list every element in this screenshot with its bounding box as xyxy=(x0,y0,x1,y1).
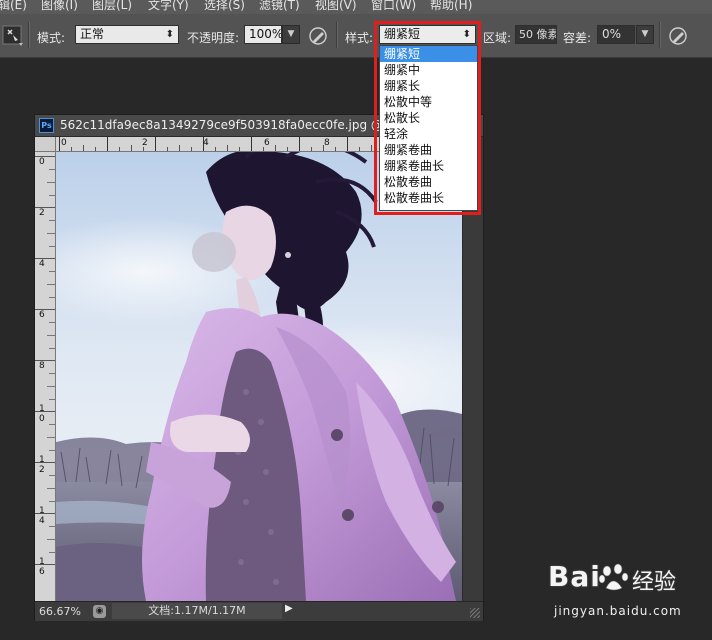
ruler-label: 0 xyxy=(39,157,45,167)
ruler-label: 8 xyxy=(324,138,330,148)
style-option-tight-curl-long[interactable]: 绷紧卷曲长 xyxy=(380,158,477,174)
separator xyxy=(336,22,338,48)
menu-view[interactable]: 视图(V) xyxy=(315,0,357,13)
menu-select[interactable]: 选择(S) xyxy=(204,0,245,13)
mode-value: 正常 xyxy=(80,27,105,41)
tolerance-dropdown-button[interactable]: ▼ xyxy=(636,25,654,44)
ruler-label: 16 xyxy=(39,557,45,577)
mode-label: 模式: xyxy=(37,31,66,45)
ruler-label: 2 xyxy=(142,138,148,148)
pressure-opacity-icon[interactable] xyxy=(308,26,330,48)
ruler-label: 14 xyxy=(39,506,45,526)
play-arrow-icon[interactable]: ▶ xyxy=(285,603,293,614)
zoom-level[interactable]: 66.67% xyxy=(39,605,81,618)
style-option-loose-medium[interactable]: 松散中等 xyxy=(380,94,477,110)
ruler-ticks xyxy=(35,156,55,565)
pressure-size-icon[interactable] xyxy=(668,26,690,48)
style-option-loose-curl[interactable]: 松散卷曲 xyxy=(380,174,477,190)
tool-options-bar: 模式: 正常 ⬍ 不透明度: 100% ▼ 样式: 绷紧短 ⬍ 区域: 50 像… xyxy=(0,14,712,58)
area-label: 区域: xyxy=(483,31,512,45)
menu-layer[interactable]: 图层(L) xyxy=(92,0,132,13)
style-select[interactable]: 绷紧短 ⬍ xyxy=(379,25,476,44)
history-art-brush-tool-icon[interactable] xyxy=(2,24,24,46)
style-option-tight-medium[interactable]: 绷紧中 xyxy=(380,62,477,78)
watermark-brand: Bai xyxy=(548,560,601,593)
style-option-tight-long[interactable]: 绷紧长 xyxy=(380,78,477,94)
style-dropdown-list: 绷紧短 绷紧中 绷紧长 松散中等 松散长 轻涂 绷紧卷曲 绷紧卷曲长 松散卷曲 … xyxy=(379,45,478,211)
ruler-label: 0 xyxy=(61,138,67,148)
style-option-loose-long[interactable]: 松散长 xyxy=(380,110,477,126)
ruler-label: 10 xyxy=(39,404,45,424)
style-option-dab[interactable]: 轻涂 xyxy=(380,126,477,142)
opacity-input[interactable]: 100% xyxy=(244,25,282,44)
opacity-label: 不透明度: xyxy=(187,31,240,45)
menu-filter[interactable]: 滤镜(T) xyxy=(259,0,300,13)
status-info-icon[interactable]: ◉ xyxy=(93,605,106,618)
style-option-tight-curl[interactable]: 绷紧卷曲 xyxy=(380,142,477,158)
ruler-origin[interactable] xyxy=(35,137,56,152)
style-option-tight-short[interactable]: 绷紧短 xyxy=(380,46,477,62)
ruler-label: 4 xyxy=(39,259,45,269)
image-canvas[interactable] xyxy=(56,152,462,601)
separator xyxy=(28,22,30,48)
area-input[interactable]: 50 像素 xyxy=(515,25,557,44)
tolerance-label: 容差: xyxy=(563,31,592,45)
ruler-label: 6 xyxy=(264,138,270,148)
area-value: 50 像素 xyxy=(519,28,557,41)
style-value: 绷紧短 xyxy=(384,27,421,41)
ruler-label: 6 xyxy=(39,310,45,320)
ruler-label: 2 xyxy=(39,208,45,218)
menu-window[interactable]: 窗口(W) xyxy=(371,0,416,13)
paw-logo-icon xyxy=(598,563,629,591)
opacity-value: 100% xyxy=(249,27,282,41)
watermark-url: jingyan.baidu.com xyxy=(554,604,682,618)
document-title: 562c11dfa9ec8a1349279ce9f503918fa0ecc0fe… xyxy=(60,118,406,132)
menu-type[interactable]: 文字(Y) xyxy=(148,0,189,13)
photoshop-icon: Ps xyxy=(39,118,54,133)
mode-select[interactable]: 正常 ⬍ xyxy=(75,25,179,44)
menu-edit[interactable]: 辑(E) xyxy=(0,0,27,13)
watermark-subtitle: 经验 xyxy=(632,570,677,595)
resize-grip-icon[interactable] xyxy=(470,608,480,618)
style-option-loose-curl-long[interactable]: 松散卷曲长 xyxy=(380,190,477,206)
separator xyxy=(659,22,661,48)
menu-image[interactable]: 图像(I) xyxy=(41,0,78,13)
ruler-label: 4 xyxy=(203,138,209,148)
menu-help[interactable]: 帮助(H) xyxy=(430,0,472,13)
opacity-dropdown-button[interactable]: ▼ xyxy=(282,25,300,44)
document-size-info[interactable]: 文档:1.17M/1.17M xyxy=(112,603,282,619)
tolerance-input[interactable]: 0% xyxy=(597,25,635,44)
photo-portrait xyxy=(56,152,462,601)
updown-arrows-icon: ⬍ xyxy=(462,29,471,40)
vertical-ruler[interactable]: 0 2 4 6 8 10 12 14 16 xyxy=(35,152,56,601)
document-status-bar: 66.67% ◉ 文档:1.17M/1.17M ▶ xyxy=(35,601,483,621)
ruler-label: 12 xyxy=(39,455,45,475)
updown-arrows-icon: ⬍ xyxy=(165,29,174,40)
style-label: 样式: xyxy=(345,31,374,45)
ruler-label: 8 xyxy=(39,361,45,371)
menu-bar: 辑(E) 图像(I) 图层(L) 文字(Y) 选择(S) 滤镜(T) 视图(V)… xyxy=(0,0,712,14)
tolerance-value: 0% xyxy=(602,27,622,41)
